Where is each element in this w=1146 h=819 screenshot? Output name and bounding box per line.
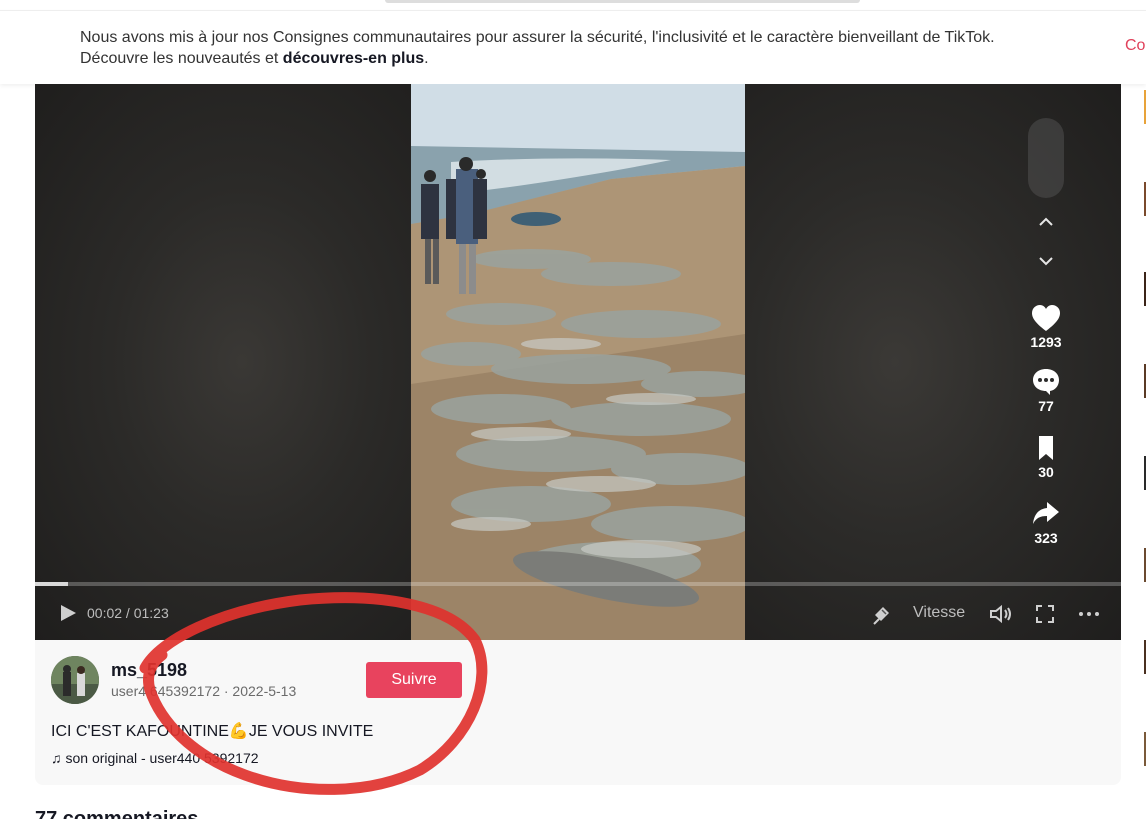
- banner-text: Nous avons mis à jour nos Consignes comm…: [80, 27, 995, 69]
- video-frame[interactable]: [411, 84, 745, 640]
- progress-bar[interactable]: [35, 582, 1121, 586]
- video-blur-right: [745, 84, 1121, 640]
- floating-player-button[interactable]: [871, 603, 893, 630]
- video-nav-pill: [1028, 118, 1064, 198]
- share-button[interactable]: 323: [1025, 498, 1067, 546]
- progress-fill: [35, 582, 68, 586]
- video-blur-left: [35, 84, 411, 640]
- comments-heading: 77 commentaires: [35, 808, 199, 819]
- play-button[interactable]: [58, 603, 78, 628]
- playback-time: 00:02 / 01:23: [87, 605, 169, 621]
- follow-button[interactable]: Suivre: [366, 662, 462, 698]
- more-options-button[interactable]: [1077, 603, 1101, 630]
- beach-fish-scene: [411, 84, 745, 640]
- avatar[interactable]: [51, 656, 99, 704]
- fullscreen-button[interactable]: [1034, 603, 1056, 630]
- video-caption: ICI C'EST KAFOUNTINE💪JE VOUS INVITE: [51, 723, 374, 740]
- music-note-icon: ♫: [51, 750, 62, 766]
- chevron-down-icon: [1039, 257, 1053, 266]
- fullscreen-icon: [1036, 605, 1054, 623]
- heart-icon: [1032, 305, 1060, 331]
- banner-line-2-text: Découvre les nouveautés et: [80, 50, 283, 67]
- save-button[interactable]: 30: [1025, 432, 1067, 480]
- tiktok-video-page: Nous avons mis à jour nos Consignes comm…: [0, 0, 1146, 819]
- avatar-image: [51, 656, 99, 704]
- banner-line-2-end: .: [424, 50, 429, 67]
- next-videos-strip[interactable]: [1140, 84, 1146, 819]
- top-tab-edge: [385, 0, 860, 3]
- bookmark-icon: [1039, 436, 1053, 460]
- banner-line-2: Découvre les nouveautés et découvres-en …: [80, 48, 995, 69]
- music-title: son original - user440 5392172: [65, 750, 259, 766]
- banner-confirm-button[interactable]: Co: [1125, 37, 1145, 55]
- guidelines-banner: Nous avons mis à jour nos Consignes comm…: [0, 10, 1146, 84]
- previous-video-button[interactable]: [1030, 206, 1062, 238]
- share-count: 323: [1034, 530, 1058, 546]
- volume-icon: [990, 604, 1011, 624]
- learn-more-link[interactable]: découvres-en plus: [283, 50, 424, 67]
- username[interactable]: ms_5198: [111, 660, 187, 681]
- chevron-up-icon: [1039, 217, 1053, 226]
- like-button[interactable]: 1293: [1025, 302, 1067, 350]
- comment-count: 77: [1038, 398, 1054, 414]
- more-icon: [1079, 612, 1099, 616]
- save-count: 30: [1038, 464, 1054, 480]
- video-player[interactable]: [35, 84, 1121, 640]
- user-id-date: user4 645392172 · 2022-5-13: [111, 683, 297, 699]
- volume-button[interactable]: [988, 603, 1014, 630]
- floating-player-icon: [873, 607, 889, 625]
- play-icon: [61, 605, 76, 621]
- banner-line-1: Nous avons mis à jour nos Consignes comm…: [80, 29, 995, 46]
- music-link[interactable]: ♫ son original - user440 5392172: [51, 750, 259, 766]
- next-video-button[interactable]: [1030, 245, 1062, 277]
- share-icon: [1033, 502, 1059, 524]
- comment-icon: [1033, 369, 1059, 395]
- speed-button[interactable]: Vitesse: [913, 604, 965, 622]
- like-count: 1293: [1030, 334, 1062, 350]
- comment-button[interactable]: 77: [1025, 366, 1067, 414]
